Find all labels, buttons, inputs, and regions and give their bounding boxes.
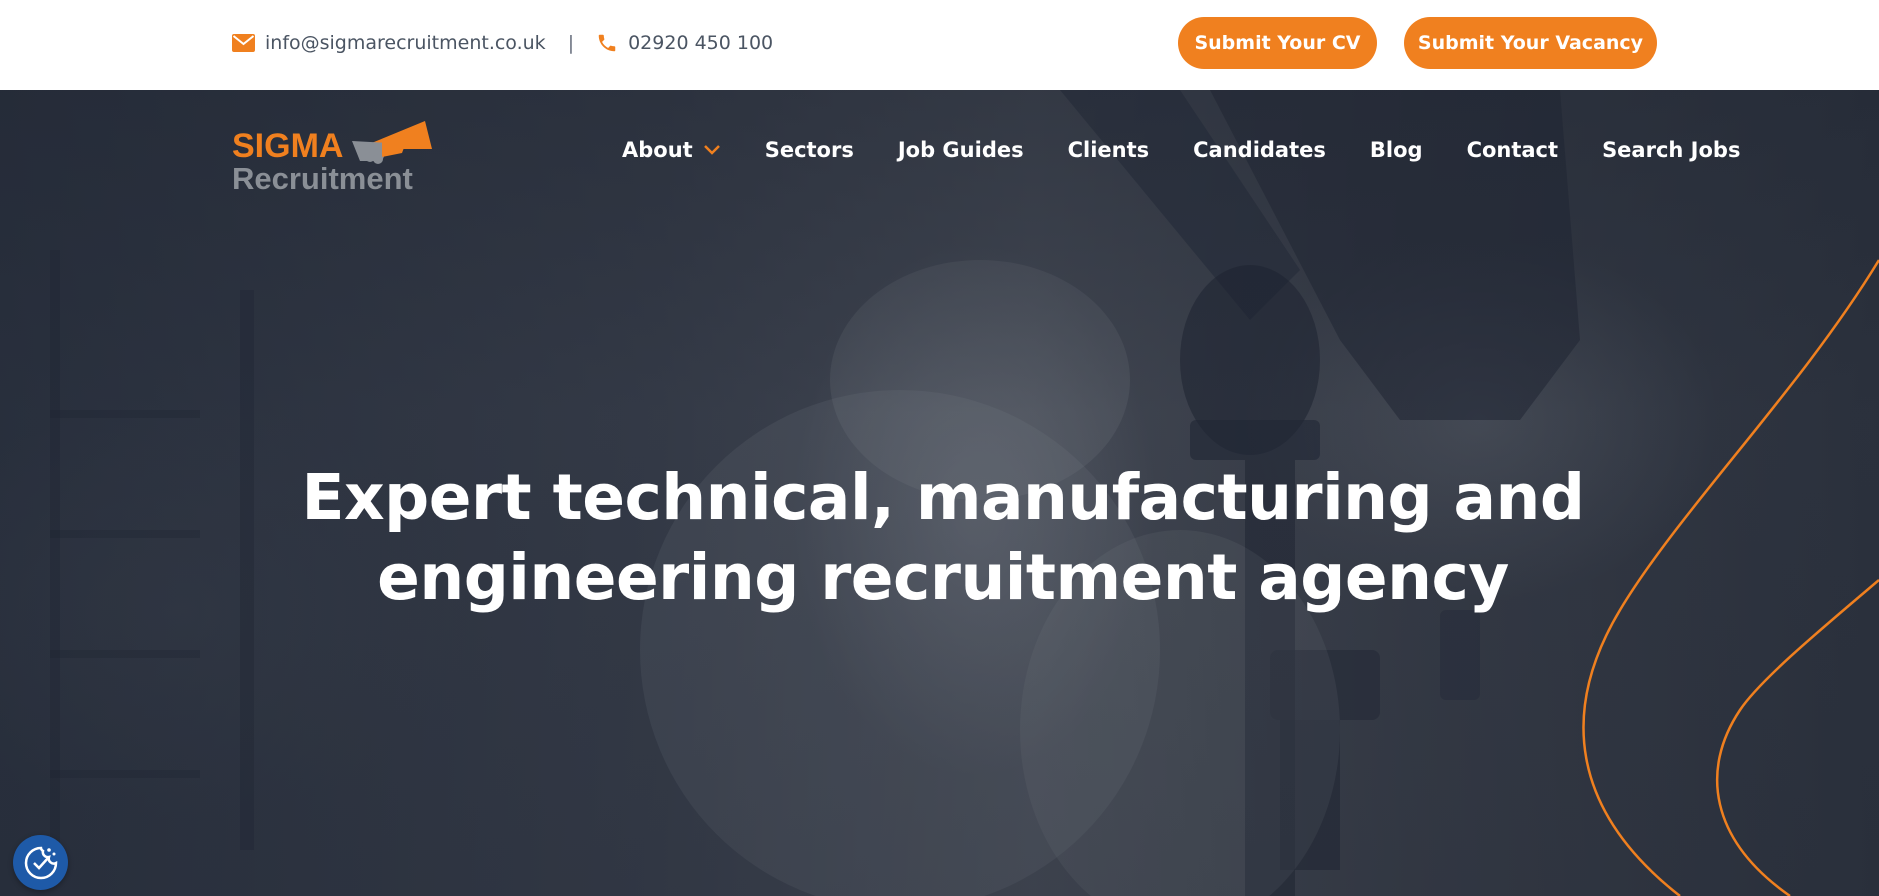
nav-item-contact[interactable]: Contact — [1467, 138, 1559, 162]
logo-word-sigma: SIGMA — [232, 127, 343, 165]
logo-word-recruitment: Recruitment — [232, 161, 413, 193]
phone-icon — [598, 34, 616, 52]
nav-item-about[interactable]: About — [622, 138, 721, 162]
hero-headline-line-1: Expert technical, manufacturing and — [301, 461, 1585, 534]
email-link[interactable]: info@sigmarecruitment.co.uk — [232, 32, 546, 54]
nav-item-search-jobs[interactable]: Search Jobs — [1602, 138, 1740, 162]
submit-cv-button[interactable]: Submit Your CV — [1178, 17, 1377, 69]
envelope-icon — [232, 34, 255, 52]
chevron-down-icon — [703, 145, 720, 155]
handshake-triangle-icon — [352, 121, 432, 164]
contact-separator: | — [567, 32, 575, 54]
nav-item-candidates[interactable]: Candidates — [1193, 138, 1326, 162]
sigma-recruitment-logo[interactable]: SIGMA Recruitment — [232, 109, 437, 193]
nav-item-job-guides[interactable]: Job Guides — [898, 138, 1024, 162]
nav-item-blog[interactable]: Blog — [1370, 138, 1423, 162]
nav-item-clients[interactable]: Clients — [1068, 138, 1150, 162]
contact-info: info@sigmarecruitment.co.uk | 02920 450 … — [232, 0, 773, 86]
submit-vacancy-button[interactable]: Submit Your Vacancy — [1404, 17, 1657, 69]
phone-text: 02920 450 100 — [628, 32, 774, 54]
hero-section: SIGMA Recruitment About Sectors Job Guid… — [0, 90, 1879, 896]
phone-link[interactable]: 02920 450 100 — [596, 32, 773, 54]
main-nav: About Sectors Job Guides Clients Candida… — [622, 130, 1740, 170]
cookie-settings-button[interactable] — [13, 835, 68, 890]
email-text: info@sigmarecruitment.co.uk — [265, 32, 546, 54]
top-bar: info@sigmarecruitment.co.uk | 02920 450 … — [0, 0, 1879, 90]
cookie-consent-icon — [24, 846, 57, 879]
nav-label-about: About — [622, 138, 693, 162]
nav-item-sectors[interactable]: Sectors — [765, 138, 854, 162]
hero-headline: Expert technical, manufacturing and engi… — [180, 458, 1706, 618]
hero-headline-line-2: engineering recruitment agency — [377, 541, 1509, 614]
